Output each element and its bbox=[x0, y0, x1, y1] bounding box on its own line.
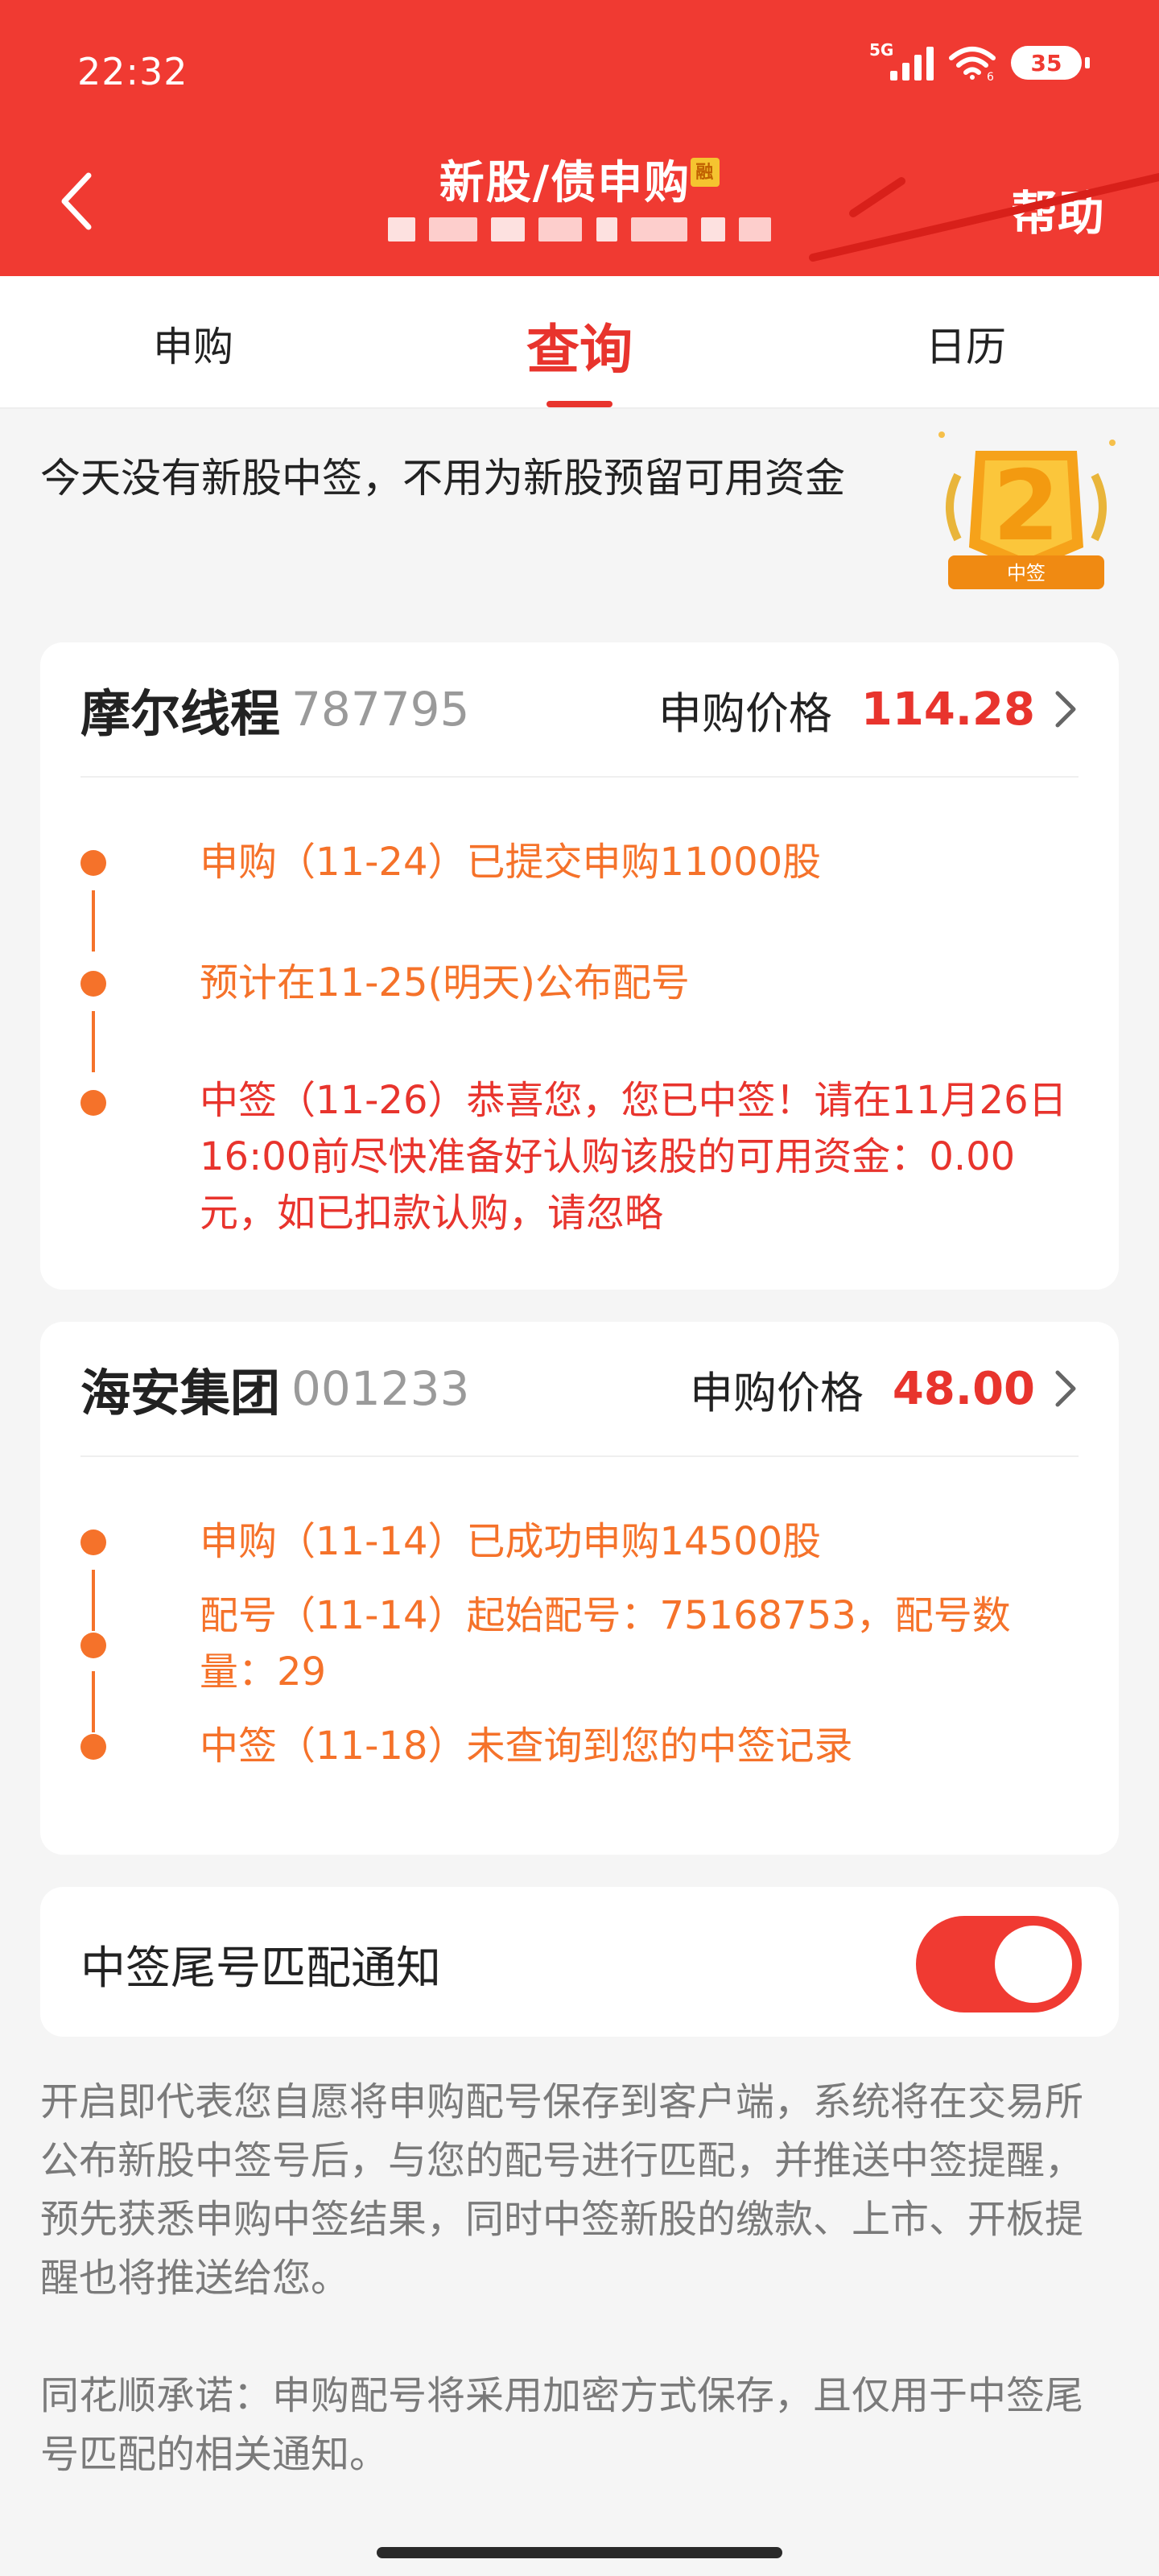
timeline-event-subscribe: 申购（11-14）已成功申购14500股 bbox=[200, 1519, 822, 1564]
tab-query[interactable]: 查询 bbox=[386, 276, 773, 407]
toggle-knob bbox=[995, 1926, 1072, 2003]
wifi-sub-label: 6 bbox=[987, 71, 994, 80]
chevron-right-icon[interactable] bbox=[1053, 1368, 1079, 1410]
price-label: 申购价格 bbox=[658, 687, 832, 739]
no-winning-notice: 今天没有新股中签，不用为新股预留可用资金 bbox=[40, 455, 845, 502]
tab-calendar[interactable]: 日历 bbox=[773, 276, 1159, 407]
stock-card-header[interactable]: 摩尔线程 787795 申购价格 114.28 bbox=[80, 642, 1079, 778]
timeline-connector bbox=[92, 1570, 95, 1631]
timeline-event-subscribe: 申购（11-24）已提交申购11000股 bbox=[200, 840, 822, 885]
notification-description: 开启即代表您自愿将申购配号保存到客户端，系统将在交易所公布新股中签号后，与您的配… bbox=[40, 2079, 1084, 2301]
chevron-right-icon[interactable] bbox=[1053, 688, 1079, 730]
price-value: 48.00 bbox=[892, 1362, 1035, 1415]
wifi-icon: 6 bbox=[948, 45, 996, 84]
status-icons: 5G 6 35 bbox=[869, 40, 1090, 84]
timeline-dot bbox=[80, 1090, 106, 1116]
stock-code: 001233 bbox=[291, 1361, 470, 1416]
medal-number: 2 bbox=[992, 451, 1060, 563]
timeline-connector bbox=[92, 1671, 95, 1732]
stock-card[interactable]: 海安集团 001233 申购价格 48.00 申购（11-14）已成功申购145… bbox=[40, 1322, 1119, 1855]
medal-label: 中签 bbox=[1007, 562, 1046, 584]
tab-bar: 申购 查询 日历 bbox=[0, 276, 1159, 409]
medal-icon: 2 中签 bbox=[938, 431, 1116, 589]
red-scribble bbox=[809, 173, 1159, 262]
stock-name: 海安集团 bbox=[80, 1364, 281, 1422]
timeline-connector bbox=[92, 890, 95, 952]
notification-toggle-label: 中签尾号匹配通知 bbox=[80, 1942, 441, 1995]
timeline-dot bbox=[80, 1633, 106, 1658]
privacy-promise: 同花顺承诺：申购配号将采用加密方式保存，且仅用于中签尾号匹配的相关通知。 bbox=[40, 2373, 1084, 2477]
timeline-event-win: 中签（11-26）恭喜您，您已中签！请在11月26日16:00前尽快准备好认购该… bbox=[200, 1078, 1067, 1236]
stock-name: 摩尔线程 bbox=[80, 684, 281, 743]
price-value: 114.28 bbox=[860, 683, 1035, 736]
stock-card-header[interactable]: 海安集团 001233 申购价格 48.00 bbox=[80, 1322, 1079, 1457]
timeline-dot bbox=[80, 971, 106, 997]
timeline-dot bbox=[80, 1734, 106, 1760]
timeline-event-allotment: 预计在11-25(明天)公布配号 bbox=[200, 960, 690, 1005]
status-time: 22:32 bbox=[77, 50, 188, 93]
home-indicator[interactable] bbox=[377, 2547, 782, 2558]
page-title-text: 新股/债申购 bbox=[439, 157, 691, 209]
timeline-connector bbox=[92, 1011, 95, 1072]
timeline-event-result: 中签（11-18）未查询到您的中签记录 bbox=[200, 1724, 853, 1769]
battery-icon: 35 bbox=[1011, 46, 1090, 80]
app-header: 22:32 5G 6 35 新股/债申购融 帮助 bbox=[0, 0, 1159, 276]
notification-setting: 中签尾号匹配通知 bbox=[40, 1887, 1119, 2037]
network-type-label: 5G bbox=[869, 40, 894, 60]
timeline-dot bbox=[80, 1530, 106, 1555]
signal-icon: 5G bbox=[869, 40, 934, 80]
stock-code: 787795 bbox=[291, 682, 470, 737]
margin-badge: 融 bbox=[691, 158, 720, 187]
timeline-dot bbox=[80, 850, 106, 876]
tab-subscribe[interactable]: 申购 bbox=[0, 276, 386, 407]
notification-toggle[interactable] bbox=[916, 1916, 1082, 2013]
timeline-event-allotment: 配号（11-14）起始配号：75168753，配号数量：29 bbox=[200, 1593, 1011, 1695]
price-label: 申购价格 bbox=[689, 1367, 864, 1418]
stock-card[interactable]: 摩尔线程 787795 申购价格 114.28 申购（11-24）已提交申购11… bbox=[40, 642, 1119, 1290]
